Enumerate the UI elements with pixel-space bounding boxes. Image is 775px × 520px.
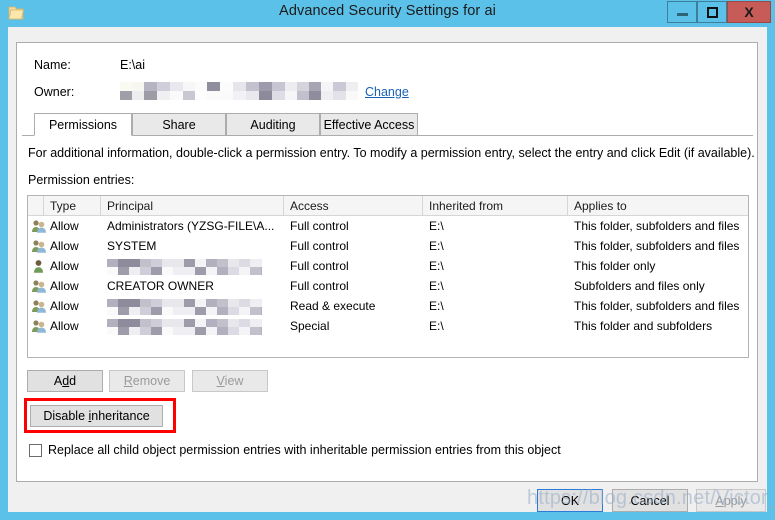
tab-auditing[interactable]: Auditing	[226, 113, 320, 136]
remove-button-label: Remove	[123, 374, 171, 388]
table-body: Allow Administrators (YZSG-FILE\A... Full …	[28, 216, 748, 336]
cell-applies-to: This folder only	[574, 259, 656, 273]
cell-type: Allow	[50, 279, 79, 293]
column-header-inherited-from[interactable]: Inherited from	[423, 196, 568, 215]
cell-principal	[101, 256, 284, 276]
column-header-access[interactable]: Access	[284, 196, 423, 215]
replace-child-permissions-checkbox[interactable]	[29, 443, 42, 457]
cell-access: Full control	[290, 279, 349, 293]
table-row[interactable]: Allow SYSTEM Full control E:\ This folder, s…	[28, 236, 748, 256]
tab-label: Effective Access	[323, 117, 415, 132]
window-title: Advanced Security Settings for ai	[279, 3, 496, 19]
cell-type: Allow	[50, 219, 79, 233]
cell-applies-to: This folder and subfolders	[574, 319, 713, 333]
cell-inherited-from: E:\	[429, 259, 444, 273]
info-text: For additional information, double-click…	[28, 146, 755, 160]
close-icon: X	[744, 4, 754, 20]
table-header-row: Type Principal Access Inherited from App…	[28, 196, 748, 216]
redacted-principal	[107, 258, 262, 275]
maximize-button[interactable]	[697, 1, 727, 23]
column-header-type[interactable]: Type	[44, 196, 101, 215]
add-button[interactable]: Add	[27, 370, 103, 392]
tab-share[interactable]: Share	[132, 113, 226, 136]
cell-principal	[101, 316, 284, 336]
cell-type: Allow	[50, 239, 79, 253]
table-row[interactable]: Allow Special E:\ This folder and subfolder…	[28, 316, 748, 336]
apply-button: Apply	[696, 489, 766, 512]
cell-access: Full control	[290, 219, 349, 233]
table-row[interactable]: Allow CREATOR OWNER Full control E:\ Subfold…	[28, 276, 748, 296]
cell-access: Special	[290, 319, 330, 333]
cell-principal	[101, 296, 284, 316]
advanced-security-settings-window: Advanced Security Settings for ai X Name…	[0, 0, 775, 520]
cell-inherited-from: E:\	[429, 279, 444, 293]
cell-access: Full control	[290, 239, 349, 253]
ok-button[interactable]: OK	[537, 489, 603, 512]
redacted-principal	[107, 318, 262, 335]
permissions-panel: Name: E:\ai Owner: Change Permissions Sh…	[16, 42, 758, 482]
cancel-button-label: Cancel	[630, 493, 670, 508]
maximize-icon	[706, 6, 718, 18]
column-header-icon[interactable]	[28, 196, 44, 215]
owner-value-redacted	[120, 82, 358, 100]
replace-child-permissions-label: Replace all child object permission entr…	[48, 443, 561, 457]
view-button-label: View	[216, 374, 244, 388]
permission-entries-label: Permission entries:	[28, 173, 135, 187]
add-button-label: Add	[53, 374, 77, 388]
tab-label: Share	[162, 117, 196, 132]
cell-inherited-from: E:\	[429, 239, 444, 253]
cell-principal: Administrators (YZSG-FILE\A...	[107, 219, 275, 233]
name-value: E:\ai	[120, 58, 146, 72]
cell-type: Allow	[50, 319, 79, 333]
table-row[interactable]: Allow Administrators (YZSG-FILE\A... Full …	[28, 216, 748, 236]
cell-type: Allow	[50, 299, 79, 313]
redacted-principal	[107, 298, 262, 315]
cell-inherited-from: E:\	[429, 219, 444, 233]
minimize-button[interactable]	[667, 1, 697, 23]
column-header-principal[interactable]: Principal	[101, 196, 284, 215]
name-label: Name:	[34, 58, 71, 72]
cell-principal: CREATOR OWNER	[107, 279, 214, 293]
ok-button-label: OK	[560, 493, 580, 508]
cell-inherited-from: E:\	[429, 319, 444, 333]
remove-button: Remove	[109, 370, 185, 392]
tab-label: Auditing	[250, 117, 296, 132]
replace-child-permissions-row[interactable]: Replace all child object permission entr…	[29, 443, 561, 457]
cell-applies-to: This folder, subfolders and files	[574, 299, 740, 313]
dialog-body: Name: E:\ai Owner: Change Permissions Sh…	[8, 27, 767, 512]
minimize-icon	[676, 13, 688, 16]
cell-type: Allow	[50, 259, 79, 273]
column-header-applies-to[interactable]: Applies to	[568, 196, 748, 215]
table-row[interactable]: Allow Full control E:\ This folder only	[28, 256, 748, 276]
disable-inheritance-button[interactable]: Disable inheritance	[30, 405, 163, 427]
apply-button-label: Apply	[715, 493, 747, 508]
owner-label: Owner:	[34, 85, 75, 99]
cell-access: Full control	[290, 259, 349, 273]
cell-applies-to: This folder, subfolders and files	[574, 239, 740, 253]
title-bar: Advanced Security Settings for ai X	[0, 0, 775, 27]
table-row[interactable]: Allow Read & execute E:\ This folder, subfo…	[28, 296, 748, 316]
tab-strip: Permissions Share Auditing Effective Acc…	[22, 113, 753, 136]
permission-entries-table[interactable]: Type Principal Access Inherited from App…	[27, 195, 749, 358]
tab-effective-access[interactable]: Effective Access	[320, 113, 418, 136]
change-owner-link[interactable]: Change	[365, 85, 409, 99]
cell-applies-to: Subfolders and files only	[574, 279, 705, 293]
tab-label: Permissions	[48, 117, 118, 132]
cancel-button[interactable]: Cancel	[612, 489, 688, 512]
cell-principal: SYSTEM	[107, 239, 157, 253]
cell-access: Read & execute	[290, 299, 376, 313]
cell-applies-to: This folder, subfolders and files	[574, 219, 740, 233]
cell-inherited-from: E:\	[429, 299, 444, 313]
view-button: View	[192, 370, 268, 392]
tab-permissions[interactable]: Permissions	[34, 113, 132, 136]
close-button[interactable]: X	[727, 1, 771, 23]
disable-inheritance-label: Disable inheritance	[43, 409, 150, 423]
